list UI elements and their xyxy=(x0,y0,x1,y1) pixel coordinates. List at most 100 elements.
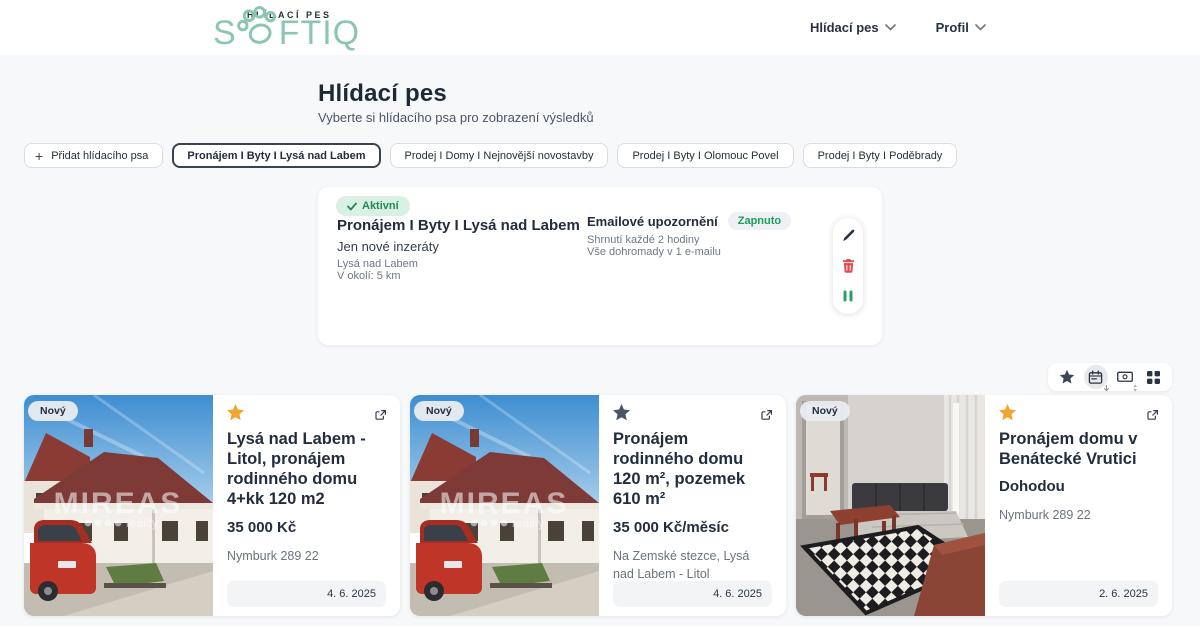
delete-button[interactable] xyxy=(839,257,857,275)
watchdog-detail-card: Aktivní Pronájem I Byty I Lysá nad Labem… xyxy=(318,187,882,345)
grid-icon xyxy=(1146,370,1161,385)
watchdog-actions xyxy=(833,218,863,314)
nav-hlidaci-pes[interactable]: Hlídací pes xyxy=(810,20,896,35)
softiq-logo[interactable]: HLÍDACÍ PES S FTIQ xyxy=(213,2,393,54)
listing-card: MIREAS reality Nový Pronájem rodinného d… xyxy=(410,395,786,616)
chip-pronajem-lysa[interactable]: Pronájem I Byty I Lysá nad Labem xyxy=(172,143,380,168)
listing-title[interactable]: Pronájem domu v Benátecké Vrutici xyxy=(999,429,1158,469)
listing-location: Nymburk 289 22 xyxy=(227,547,386,566)
pause-icon xyxy=(843,290,853,302)
listing-body: Lysá nad Labem - Litol, pronájem rodinné… xyxy=(213,395,400,616)
top-header: HLÍDACÍ PES S FTIQ Hlídací pes xyxy=(0,0,1200,55)
sort-by-price-button[interactable] xyxy=(1113,365,1137,389)
logo-text-suffix: FTIQ xyxy=(279,16,360,50)
edit-button[interactable] xyxy=(839,227,857,245)
grid-view-button[interactable] xyxy=(1142,365,1166,389)
photo-watermark-sub: reality xyxy=(126,516,158,530)
calendar-icon xyxy=(1088,370,1103,385)
listing-location: Nymburk 289 22 xyxy=(999,506,1158,525)
sort-by-date-button[interactable] xyxy=(1084,365,1108,389)
watchdog-filter: Jen nové inzeráty xyxy=(337,239,439,254)
listing-price: Dohodou xyxy=(999,478,1158,495)
house-photo-graphic: MIREAS reality xyxy=(410,395,599,616)
nav-profil-label: Profil xyxy=(936,20,969,35)
arrow-down-icon xyxy=(1103,385,1110,392)
add-watchdog-label: Přidat hlídacího psa xyxy=(51,150,148,162)
favorites-view-button[interactable] xyxy=(1055,365,1079,389)
sort-arrows-icon xyxy=(1132,384,1139,392)
listing-photo[interactable]: MIREAS reality Nový xyxy=(410,395,599,616)
email-summary-line: Shrnutí každé 2 hodiny xyxy=(587,234,700,246)
external-link-icon[interactable] xyxy=(374,409,387,422)
listing-card: MIREAS reality Nový Lysá nad Labem - Lit… xyxy=(24,395,400,616)
star-icon[interactable] xyxy=(612,403,631,422)
listing-date-bar: 2. 6. 2025 xyxy=(999,581,1158,607)
watchdog-chips: + Přidat hlídacího psa Pronájem I Byty I… xyxy=(24,143,957,168)
page-title: Hlídací pes xyxy=(318,80,447,108)
listing-body: Pronájem domu v Benátecké Vrutici Dohodo… xyxy=(985,395,1172,616)
external-link-icon[interactable] xyxy=(1146,409,1159,422)
email-grouping-line: Vše dohromady v 1 e-mailu xyxy=(587,246,721,258)
add-watchdog-button[interactable]: + Přidat hlídacího psa xyxy=(24,143,163,168)
chip-label: Prodej I Byty I Olomouc Povel xyxy=(632,150,778,162)
email-notification-row: Emailové upozornění Zapnuto xyxy=(587,212,791,230)
chip-label: Pronájem I Byty I Lysá nad Labem xyxy=(187,150,365,162)
photo-watermark-brand: MIREAS xyxy=(54,487,183,520)
new-badge: Nový xyxy=(414,401,464,421)
listing-location: Na Zemské stezce, Lysá nad Labem - Litol xyxy=(613,547,772,585)
chip-prodej-novostavby[interactable]: Prodej I Domy I Nejnovější novostavby xyxy=(390,143,609,168)
star-icon xyxy=(1059,369,1075,385)
email-notification-label: Emailové upozornění xyxy=(587,214,718,229)
logo-text-prefix: S xyxy=(213,16,237,50)
nav-hlidaci-pes-label: Hlídací pes xyxy=(810,20,879,35)
app-root: HLÍDACÍ PES S FTIQ Hlídací pes xyxy=(0,0,1200,626)
header-nav: Hlídací pes Profil xyxy=(810,0,986,55)
listing-date: 2. 6. 2025 xyxy=(1099,588,1148,600)
results-view-toolbar xyxy=(1048,363,1172,391)
external-link-icon[interactable] xyxy=(760,409,773,422)
watchdog-location: Lysá nad Labem xyxy=(337,258,418,270)
plus-icon: + xyxy=(35,149,43,163)
photo-watermark-brand: MIREAS xyxy=(440,487,569,520)
banknote-icon xyxy=(1117,371,1133,384)
house-photo-graphic: MIREAS reality xyxy=(24,395,213,616)
listing-photo[interactable]: MIREAS reality Nový xyxy=(24,395,213,616)
chip-prodej-olomouc[interactable]: Prodej I Byty I Olomouc Povel xyxy=(617,143,793,168)
pencil-icon xyxy=(841,229,855,243)
listing-title[interactable]: Lysá nad Labem - Litol, pronájem rodinné… xyxy=(227,429,386,510)
photo-watermark-sub: reality xyxy=(512,516,544,530)
nav-profil[interactable]: Profil xyxy=(936,20,986,35)
chip-label: Prodej I Domy I Nejnovější novostavby xyxy=(405,150,594,162)
interior-photo-graphic xyxy=(796,395,985,616)
pause-button[interactable] xyxy=(839,287,857,305)
new-badge: Nový xyxy=(28,401,78,421)
trash-icon xyxy=(842,259,855,273)
listing-price: 35 000 Kč xyxy=(227,519,386,536)
listing-title[interactable]: Pronájem rodinného domu 120 m², pozemek … xyxy=(613,429,772,510)
new-badge: Nový xyxy=(800,401,850,421)
watchdog-title: Pronájem I Byty I Lysá nad Labem xyxy=(337,217,580,234)
listing-card: Nový Pronájem domu v Benátecké Vrutici D… xyxy=(796,395,1172,616)
page-subtitle: Vyberte si hlídacího psa pro zobrazení v… xyxy=(318,110,594,125)
chevron-down-icon xyxy=(885,24,896,31)
listing-date: 4. 6. 2025 xyxy=(327,588,376,600)
listing-price: 35 000 Kč/měsíc xyxy=(613,519,772,536)
paw-icon xyxy=(235,4,281,50)
listing-date: 4. 6. 2025 xyxy=(713,588,762,600)
chip-label: Prodej I Byty I Poděbrady xyxy=(818,150,943,162)
star-icon[interactable] xyxy=(998,403,1017,422)
listing-date-bar: 4. 6. 2025 xyxy=(613,581,772,607)
status-badge-label: Aktivní xyxy=(362,200,399,212)
watchdog-radius: V okolí: 5 km xyxy=(337,270,401,282)
check-icon xyxy=(347,202,357,211)
star-icon[interactable] xyxy=(226,403,245,422)
chevron-down-icon xyxy=(975,24,986,31)
logo-brand: S FTIQ xyxy=(213,16,360,50)
listing-body: Pronájem rodinného domu 120 m², pozemek … xyxy=(599,395,786,616)
email-state-badge[interactable]: Zapnuto xyxy=(728,212,791,230)
listing-photo[interactable]: Nový xyxy=(796,395,985,616)
chip-prodej-podebrady[interactable]: Prodej I Byty I Poděbrady xyxy=(803,143,958,168)
status-badge: Aktivní xyxy=(336,196,410,216)
listing-results: MIREAS reality Nový Lysá nad Labem - Lit… xyxy=(24,395,1172,616)
listing-date-bar: 4. 6. 2025 xyxy=(227,581,386,607)
